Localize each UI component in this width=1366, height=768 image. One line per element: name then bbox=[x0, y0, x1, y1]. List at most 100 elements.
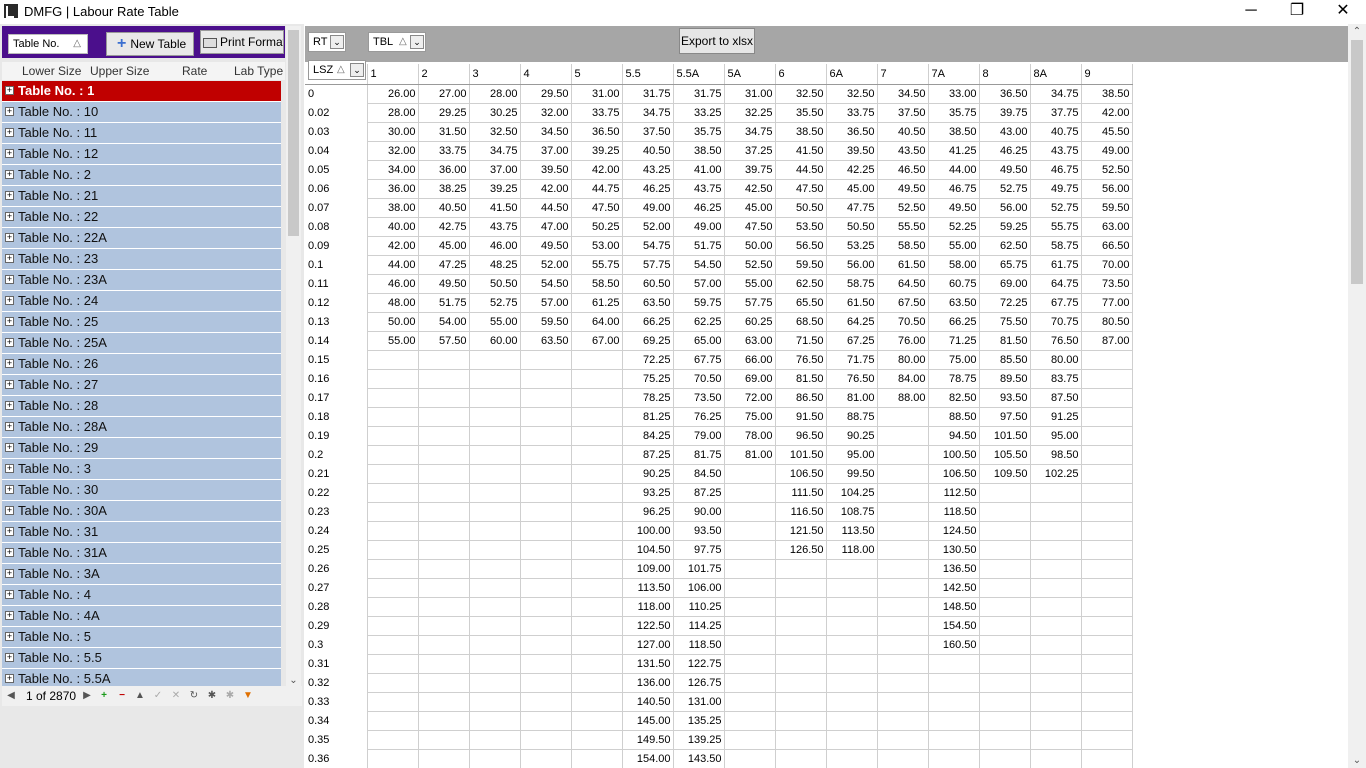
rate-cell[interactable]: 43.50 bbox=[877, 141, 929, 161]
tree-row-table[interactable]: + Table No. : 12 bbox=[2, 144, 281, 165]
rate-cell[interactable] bbox=[1081, 540, 1133, 560]
rate-cell[interactable]: 42.00 bbox=[367, 236, 419, 256]
left-vertical-scrollbar[interactable]: ⌄ bbox=[286, 26, 301, 686]
rate-cell[interactable]: 139.25 bbox=[673, 730, 725, 750]
sort-asc-icon[interactable]: △ bbox=[73, 35, 81, 53]
column-header[interactable]: 6 bbox=[775, 64, 827, 85]
rate-cell[interactable]: 36.00 bbox=[418, 160, 470, 180]
rate-cell[interactable] bbox=[418, 407, 470, 427]
rate-cell[interactable] bbox=[520, 540, 572, 560]
rate-cell[interactable] bbox=[469, 578, 521, 598]
rate-cell[interactable] bbox=[1081, 635, 1133, 655]
rate-cell[interactable] bbox=[877, 483, 929, 503]
rate-cell[interactable]: 50.00 bbox=[724, 236, 776, 256]
rate-cell[interactable]: 47.50 bbox=[724, 217, 776, 237]
rate-cell[interactable]: 45.00 bbox=[418, 236, 470, 256]
rate-cell[interactable]: 70.00 bbox=[1081, 255, 1133, 275]
rate-cell[interactable]: 39.50 bbox=[826, 141, 878, 161]
rate-cell[interactable] bbox=[775, 654, 827, 674]
lsz-row-header[interactable]: 0.14 bbox=[305, 331, 368, 350]
right-vertical-scrollbar[interactable]: ⌃ ⌄ bbox=[1348, 24, 1366, 768]
rate-cell[interactable]: 34.00 bbox=[367, 160, 419, 180]
expand-icon[interactable]: + bbox=[5, 443, 14, 452]
rate-cell[interactable] bbox=[1081, 426, 1133, 446]
save-icon[interactable]: ✱ bbox=[205, 689, 219, 703]
new-table-button[interactable]: + New Table bbox=[106, 32, 194, 56]
rate-cell[interactable]: 32.50 bbox=[826, 84, 878, 104]
rate-cell[interactable]: 37.50 bbox=[877, 103, 929, 123]
rate-cell[interactable]: 61.25 bbox=[571, 293, 623, 313]
rate-cell[interactable] bbox=[367, 350, 419, 370]
rate-cell[interactable] bbox=[418, 540, 470, 560]
rate-cell[interactable]: 75.00 bbox=[724, 407, 776, 427]
lsz-row-header[interactable]: 0.32 bbox=[305, 673, 368, 692]
rate-cell[interactable]: 46.50 bbox=[877, 160, 929, 180]
rate-cell[interactable] bbox=[877, 464, 929, 484]
rate-cell[interactable]: 136.00 bbox=[622, 673, 674, 693]
rate-cell[interactable] bbox=[877, 445, 929, 465]
rate-cell[interactable]: 52.00 bbox=[622, 217, 674, 237]
rate-cell[interactable]: 32.00 bbox=[367, 141, 419, 161]
rate-cell[interactable]: 78.00 bbox=[724, 426, 776, 446]
expand-icon[interactable]: + bbox=[5, 128, 14, 137]
rate-cell[interactable]: 34.75 bbox=[622, 103, 674, 123]
rate-cell[interactable] bbox=[877, 616, 929, 636]
column-header[interactable]: 7A bbox=[928, 64, 980, 85]
rate-cell[interactable] bbox=[1030, 635, 1082, 655]
rate-cell[interactable]: 76.50 bbox=[775, 350, 827, 370]
rate-cell[interactable] bbox=[418, 711, 470, 731]
rate-cell[interactable] bbox=[1030, 692, 1082, 712]
rate-cell[interactable]: 114.25 bbox=[673, 616, 725, 636]
rate-cell[interactable] bbox=[826, 692, 878, 712]
rate-cell[interactable]: 47.50 bbox=[775, 179, 827, 199]
expand-icon[interactable]: + bbox=[5, 254, 14, 263]
rate-cell[interactable]: 72.25 bbox=[979, 293, 1031, 313]
rate-cell[interactable] bbox=[571, 540, 623, 560]
rate-cell[interactable] bbox=[418, 445, 470, 465]
lab-type-header[interactable]: Lab Type bbox=[234, 64, 283, 78]
rate-cell[interactable]: 34.75 bbox=[1030, 84, 1082, 104]
rate-cell[interactable] bbox=[418, 597, 470, 617]
delete-record-icon[interactable]: − bbox=[115, 689, 129, 703]
rate-cell[interactable] bbox=[571, 616, 623, 636]
rate-cell[interactable] bbox=[469, 369, 521, 389]
rate-cell[interactable] bbox=[520, 369, 572, 389]
expand-icon[interactable]: + bbox=[5, 107, 14, 116]
rate-cell[interactable] bbox=[1081, 502, 1133, 522]
rate-cell[interactable]: 87.25 bbox=[673, 483, 725, 503]
rate-cell[interactable]: 46.25 bbox=[673, 198, 725, 218]
filter-icon[interactable]: ▼ bbox=[241, 689, 255, 703]
tree-row-table[interactable]: + Table No. : 5.5A bbox=[2, 669, 281, 687]
rate-cell[interactable]: 45.50 bbox=[1081, 122, 1133, 142]
edit-record-icon[interactable]: ✓ bbox=[151, 689, 165, 703]
column-header[interactable]: 9 bbox=[1081, 64, 1133, 85]
rate-cell[interactable]: 39.25 bbox=[469, 179, 521, 199]
rate-cell[interactable]: 85.50 bbox=[979, 350, 1031, 370]
rate-cell[interactable]: 49.50 bbox=[928, 198, 980, 218]
lsz-row-header[interactable]: 0.21 bbox=[305, 464, 368, 483]
rate-cell[interactable]: 88.75 bbox=[826, 407, 878, 427]
tree-row-table[interactable]: + Table No. : 26 bbox=[2, 354, 281, 375]
rate-cell[interactable]: 53.25 bbox=[826, 236, 878, 256]
rate-cell[interactable]: 49.50 bbox=[520, 236, 572, 256]
rate-cell[interactable]: 68.50 bbox=[775, 312, 827, 332]
tree-row-table[interactable]: + Table No. : 28 bbox=[2, 396, 281, 417]
rate-cell[interactable] bbox=[979, 597, 1031, 617]
rate-cell[interactable] bbox=[520, 407, 572, 427]
rate-cell[interactable]: 34.75 bbox=[724, 122, 776, 142]
rate-cell[interactable] bbox=[1081, 673, 1133, 693]
rate-cell[interactable]: 47.25 bbox=[418, 255, 470, 275]
rate-cell[interactable] bbox=[367, 578, 419, 598]
rate-cell[interactable]: 48.25 bbox=[469, 255, 521, 275]
rate-cell[interactable] bbox=[1081, 730, 1133, 750]
rate-cell[interactable] bbox=[1081, 559, 1133, 579]
rate-cell[interactable] bbox=[367, 445, 419, 465]
rate-cell[interactable]: 87.50 bbox=[1030, 388, 1082, 408]
rate-cell[interactable] bbox=[724, 597, 776, 617]
expand-icon[interactable]: + bbox=[5, 149, 14, 158]
chevron-down-icon[interactable]: ⌄ bbox=[410, 35, 424, 49]
rate-cell[interactable] bbox=[418, 730, 470, 750]
rate-cell[interactable] bbox=[724, 616, 776, 636]
rate-cell[interactable] bbox=[775, 616, 827, 636]
rate-cell[interactable]: 118.00 bbox=[826, 540, 878, 560]
